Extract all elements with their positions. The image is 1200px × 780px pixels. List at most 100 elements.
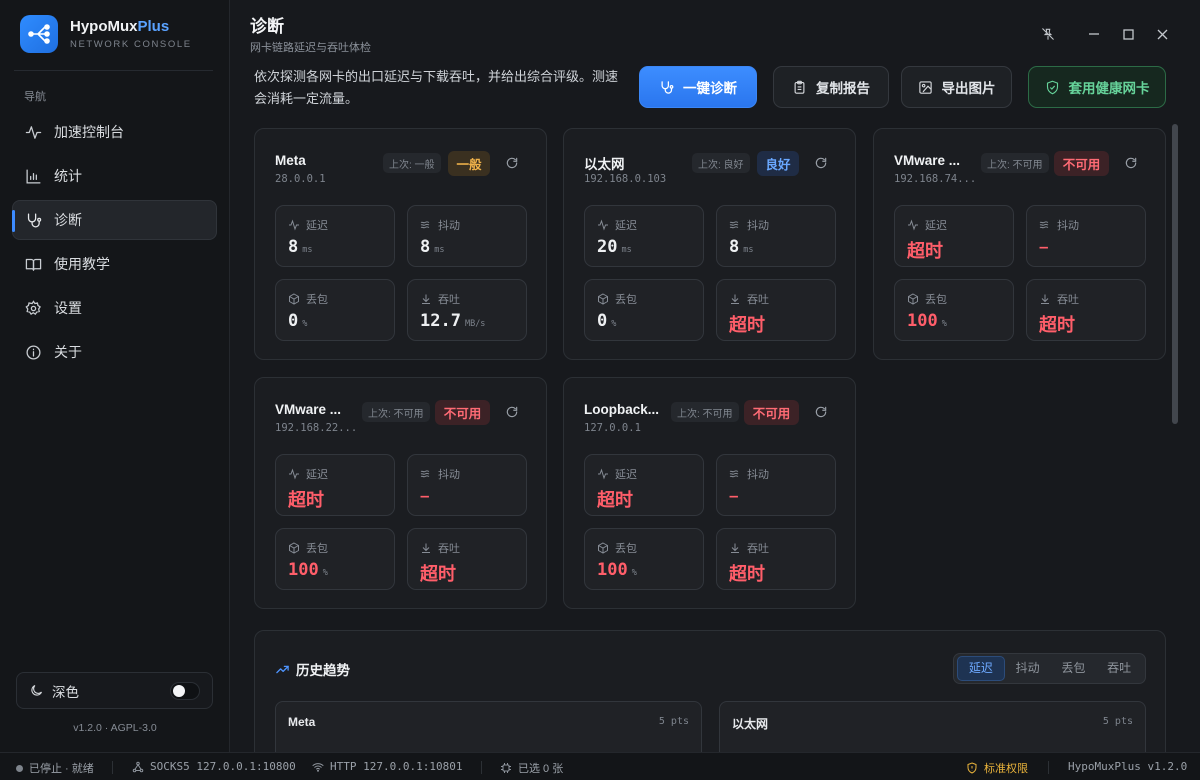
nic-name: 以太网 <box>584 157 625 172</box>
theme-toggle[interactable] <box>170 682 200 700</box>
sidebar-item-label: 设置 <box>54 300 82 316</box>
image-icon <box>918 80 932 94</box>
book-icon <box>25 258 42 271</box>
divider <box>14 70 213 71</box>
tab-throughput[interactable]: 吞吐 <box>1096 656 1142 681</box>
metric-value: 20 ms <box>597 237 632 257</box>
nic-ip: 28.0.0.1 <box>275 173 326 185</box>
refresh-icon[interactable] <box>814 405 828 419</box>
metric-value: 超时 <box>729 315 765 335</box>
permission-status: 标准权限 <box>966 760 1028 776</box>
page-title: 诊断 <box>250 17 284 36</box>
unpin-button[interactable] <box>1031 24 1065 44</box>
theme-toggle-row: 深色 <box>16 672 213 709</box>
brand: HypoMuxPlus NETWORK CONSOLE <box>20 14 192 54</box>
stethoscope-icon <box>27 212 42 228</box>
metric-value: 8 ms <box>729 237 754 257</box>
apply-healthy-nic-button[interactable]: 套用健康网卡 <box>1028 66 1166 108</box>
pulse-icon <box>289 468 299 480</box>
metric-value: – <box>1039 237 1049 256</box>
pulse-icon <box>598 468 608 480</box>
wave-icon <box>729 221 739 229</box>
metric-throughput: 吞吐 超时 <box>407 528 527 590</box>
wave-icon <box>420 221 430 229</box>
sidebar-item-console[interactable]: 加速控制台 <box>12 112 217 152</box>
maximize-button[interactable] <box>1111 24 1145 44</box>
metric-value: 超时 <box>729 564 765 584</box>
grade-badge: 良好 <box>757 151 799 176</box>
app-subtitle: NETWORK CONSOLE <box>70 39 192 50</box>
status-state: 已停止 · 就绪 <box>16 760 94 776</box>
socks-proxy-status: SOCKS5 127.0.0.1:10800 <box>132 760 296 773</box>
last-grade-badge: 上次: 不可用 <box>362 402 430 422</box>
refresh-icon[interactable] <box>505 156 519 170</box>
metric-jitter: 抖动 – <box>407 454 527 516</box>
sidebar-item-label: 诊断 <box>54 212 82 228</box>
download-icon <box>731 294 739 304</box>
metric-value: 100% <box>597 560 637 580</box>
scrollbar-thumb[interactable] <box>1172 124 1178 424</box>
pulse-icon <box>289 219 299 231</box>
tab-loss[interactable]: 丢包 <box>1051 656 1097 681</box>
metric-value: – <box>729 486 739 505</box>
sidebar-item-tutorial[interactable]: 使用教学 <box>12 244 217 284</box>
download-icon <box>422 543 430 553</box>
sidebar: HypoMuxPlus NETWORK CONSOLE 导航 加速控制台 统计 … <box>0 0 230 752</box>
minimize-icon <box>1089 33 1099 35</box>
grade-badge: 不可用 <box>744 400 799 425</box>
metric-latency: 延迟 8 ms <box>275 205 395 267</box>
metric-value: 超时 <box>907 241 943 261</box>
last-grade-badge: 上次: 良好 <box>692 153 750 173</box>
metric-value: 超时 <box>420 564 456 584</box>
metric-value: – <box>420 486 430 505</box>
selected-count: 已选 0 张 <box>500 760 563 776</box>
refresh-icon[interactable] <box>505 405 519 419</box>
tab-latency[interactable]: 延迟 <box>957 656 1005 681</box>
pulse-icon <box>598 219 608 231</box>
nic-name: VMware ... <box>894 153 961 168</box>
download-icon <box>731 543 739 553</box>
copy-report-button[interactable]: 复制报告 <box>773 66 889 108</box>
trend-up-icon <box>276 665 289 673</box>
stethoscope-icon <box>661 80 674 94</box>
nic-card: Loopback... 127.0.0.1 上次: 不可用 不可用 延迟 超时 … <box>563 377 856 609</box>
metric-throughput: 吞吐 超时 <box>1026 279 1146 341</box>
sidebar-item-about[interactable]: 关于 <box>12 332 217 372</box>
clipboard-icon <box>794 80 805 94</box>
export-image-button[interactable]: 导出图片 <box>901 66 1012 108</box>
grade-badge: 不可用 <box>435 400 490 425</box>
package-icon <box>598 542 608 554</box>
moon-icon <box>31 684 43 696</box>
sidebar-item-diagnose[interactable]: 诊断 <box>12 200 217 240</box>
bar-chart-icon <box>26 168 41 184</box>
grade-badge: 一般 <box>448 151 490 176</box>
metric-latency: 延迟 20 ms <box>584 205 704 267</box>
grade-badge: 不可用 <box>1054 151 1109 176</box>
sidebar-item-stats[interactable]: 统计 <box>12 156 217 196</box>
sidebar-item-label: 关于 <box>54 344 82 360</box>
refresh-icon[interactable] <box>814 156 828 170</box>
history-metric-tabs: 延迟 抖动 丢包 吞吐 <box>953 653 1146 684</box>
minimize-button[interactable] <box>1077 24 1111 44</box>
http-proxy-status: HTTP 127.0.0.1:10801 <box>312 760 462 773</box>
diagnose-button[interactable]: 一键诊断 <box>639 66 757 108</box>
metric-value: 8 ms <box>288 237 313 257</box>
refresh-icon[interactable] <box>1124 156 1138 170</box>
nic-card: VMware ... 192.168.22... 上次: 不可用 不可用 延迟 … <box>254 377 547 609</box>
package-icon <box>598 293 608 305</box>
nic-ip: 192.168.0.103 <box>584 173 667 185</box>
sidebar-item-settings[interactable]: 设置 <box>12 288 217 328</box>
close-button[interactable] <box>1145 24 1179 44</box>
wave-icon <box>1039 221 1049 229</box>
metric-value: 8 ms <box>420 237 445 257</box>
last-grade-badge: 上次: 不可用 <box>981 153 1049 173</box>
nic-card: 以太网 192.168.0.103 上次: 良好 良好 延迟 20 ms 抖动 8… <box>563 128 856 360</box>
metric-loss: 丢包 0% <box>275 279 395 341</box>
metric-throughput: 吞吐 12.7 MB/s <box>407 279 527 341</box>
metric-value: 超时 <box>288 490 324 510</box>
nav-list: 加速控制台 统计 诊断 使用教学 设置 关于 <box>12 112 217 376</box>
download-icon <box>422 294 430 304</box>
package-icon <box>289 293 299 305</box>
divider <box>481 761 482 774</box>
tab-jitter[interactable]: 抖动 <box>1005 656 1051 681</box>
